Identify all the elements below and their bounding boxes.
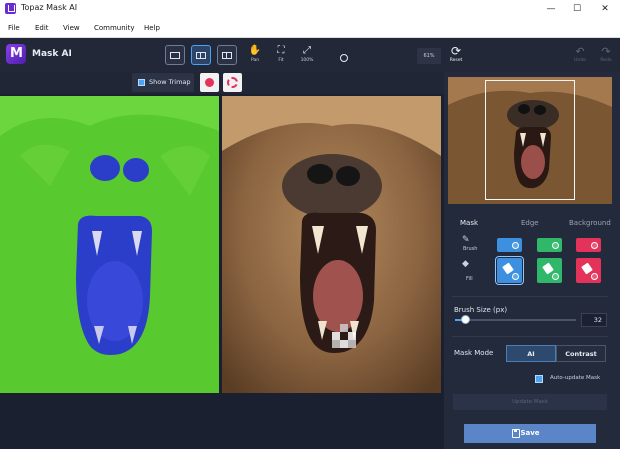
brush-tool-label: Brush [463, 246, 478, 252]
view-split-button[interactable] [191, 45, 211, 65]
compute-fill-button[interactable] [537, 258, 562, 283]
fill-dot-icon [552, 273, 559, 280]
brush-size-label: Brush Size (px) [454, 306, 508, 314]
bucket-icon [581, 262, 593, 275]
update-mask-button[interactable]: Update Mask [453, 394, 607, 410]
keep-brush-button[interactable] [497, 238, 522, 252]
navigator-viewport-frame[interactable] [485, 80, 575, 200]
save-button[interactable]: Save [464, 424, 596, 443]
divider [452, 336, 608, 337]
app-icon [5, 3, 16, 14]
show-trimap-toggle[interactable]: Show Trimap [132, 73, 194, 92]
panel-tabs: Mask Edge Background [448, 219, 612, 231]
menu-file[interactable]: File [8, 24, 20, 32]
menu-community[interactable]: Community [94, 24, 135, 32]
compute-brush-button[interactable] [537, 238, 562, 252]
zoom-100-button[interactable]: ⤢ 100% [296, 45, 318, 64]
close-button[interactable]: ✕ [592, 0, 618, 18]
pan-label: Pan [250, 58, 260, 63]
show-trimap-label: Show Trimap [149, 78, 191, 86]
divider [452, 296, 608, 297]
window-title: Topaz Mask AI [21, 3, 78, 12]
brush-dot-icon [591, 242, 598, 249]
undo-icon: ↶ [575, 45, 585, 58]
single-view-icon [170, 52, 180, 59]
bucket-icon [542, 262, 554, 275]
menu-bar: File Edit View Community Help [0, 18, 620, 38]
fit-label: Fit [278, 58, 284, 63]
fill-bucket-icon: ◆ [462, 259, 469, 269]
original-image-pane[interactable] [222, 96, 441, 393]
menu-edit[interactable]: Edit [35, 24, 49, 32]
undo-button[interactable]: ↶ Undo [571, 46, 589, 64]
minimize-button[interactable]: — [538, 0, 564, 18]
hand-icon: ✋ [248, 45, 262, 56]
mask-mode-contrast-button[interactable]: Contrast [556, 345, 606, 362]
view-side-by-side-button[interactable] [217, 45, 237, 65]
undo-label: Undo [574, 58, 586, 63]
menu-view[interactable]: View [63, 24, 80, 32]
trimap-ring-button[interactable] [223, 73, 242, 92]
title-bar: Topaz Mask AI — ☐ ✕ [0, 0, 620, 18]
tab-background[interactable]: Background [569, 219, 611, 227]
red-dot-icon [205, 78, 214, 87]
trimap-dot-button[interactable] [200, 73, 219, 92]
expand-icon: ⤢ [303, 45, 311, 56]
fit-button[interactable]: ⛶ Fit [270, 45, 292, 64]
pan-tool-button[interactable]: ✋ Pan [244, 45, 266, 64]
brush-size-slider-track[interactable] [455, 319, 576, 321]
brush-dot-icon [512, 242, 519, 249]
brush-size-input[interactable]: 32 [581, 313, 607, 327]
show-trimap-checkbox[interactable] [138, 79, 145, 86]
zoom-100-label: 100% [300, 58, 314, 63]
reset-label: Reset [449, 58, 463, 63]
save-label: Save [520, 429, 540, 437]
mask-mode-label: Mask Mode [454, 349, 494, 357]
brush-size-slider-handle[interactable] [461, 315, 470, 324]
brush-icon: ✎ [462, 235, 470, 245]
save-disk-icon [512, 429, 520, 438]
redo-label: Redo [600, 58, 612, 63]
side-by-side-icon [222, 52, 232, 59]
cut-brush-button[interactable] [576, 238, 601, 252]
main-toolbar: M Mask AI ✋ Pan ⛶ Fit ⤢ 100% [0, 38, 620, 72]
zoom-level-display[interactable]: 61% [417, 48, 441, 64]
app-window: Topaz Mask AI — ☐ ✕ File Edit View Commu… [0, 0, 620, 449]
app-name: Mask AI [32, 49, 72, 59]
brush-dot-icon [552, 242, 559, 249]
tab-edge[interactable]: Edge [521, 219, 539, 227]
canvas-area[interactable] [0, 94, 444, 449]
maximize-button[interactable]: ☐ [564, 0, 590, 18]
fill-dot-icon [512, 273, 519, 280]
menu-help[interactable]: Help [144, 24, 160, 32]
mask-preview-pane[interactable] [0, 96, 219, 393]
cut-fill-button[interactable] [576, 258, 601, 283]
reset-button[interactable]: ⟳ Reset [447, 45, 465, 64]
bucket-icon [502, 262, 514, 275]
redo-icon: ↷ [601, 45, 611, 58]
auto-update-checkbox[interactable] [535, 375, 543, 383]
brush-preview-circle-icon [340, 54, 348, 62]
fill-dot-icon [591, 273, 598, 280]
split-view-icon [196, 52, 206, 59]
view-single-button[interactable] [165, 45, 185, 65]
tab-mask[interactable]: Mask [460, 219, 478, 227]
sub-toolbar [0, 72, 444, 94]
fit-icon: ⛶ [277, 45, 285, 56]
redo-button[interactable]: ↷ Redo [597, 46, 615, 64]
keep-fill-button[interactable] [495, 256, 524, 285]
fill-tool-label: Fill [466, 276, 473, 282]
mask-preview-image [0, 96, 219, 393]
dashed-ring-icon [227, 77, 238, 88]
reset-icon: ⟳ [450, 44, 462, 58]
auto-update-label: Auto-update Mask [550, 375, 601, 381]
bear-photo-image [222, 96, 441, 393]
mask-mode-ai-button[interactable]: AI [506, 345, 556, 362]
app-logo-icon: M [6, 44, 26, 64]
